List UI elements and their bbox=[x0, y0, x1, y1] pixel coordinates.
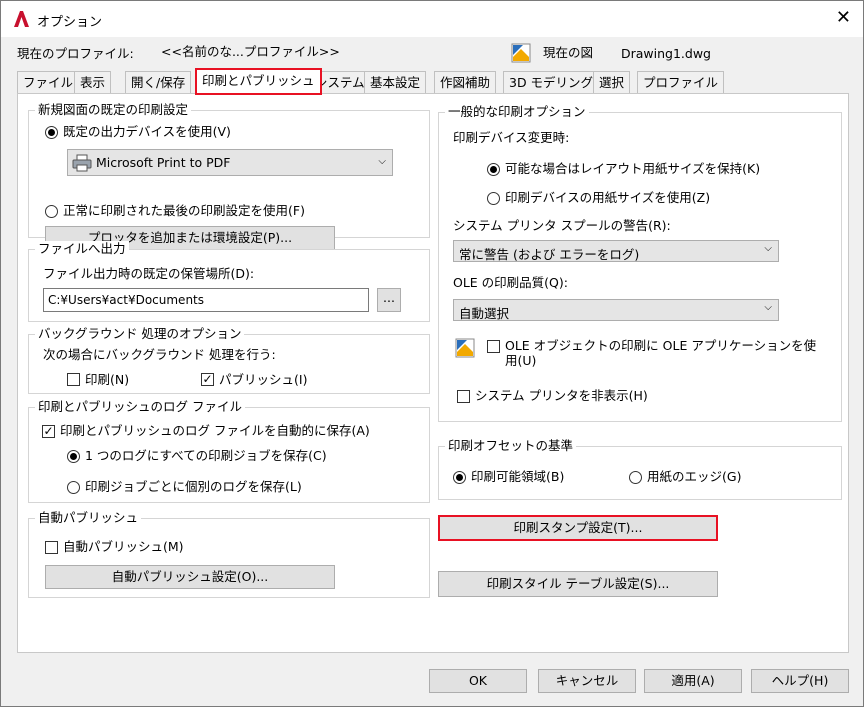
ole-quality-dropdown[interactable]: 自動選択 ⌵ bbox=[453, 299, 779, 321]
plot-publish-panel: 新規図面の既定の印刷設定 既定の出力デバイスを使用(V) Microsoft P… bbox=[17, 93, 849, 653]
autocad-app-icon bbox=[14, 11, 29, 27]
chevron-down-icon: ⌵ bbox=[378, 156, 386, 167]
spool-alert-dropdown[interactable]: 常に警告 (および エラーをログ) ⌵ bbox=[453, 240, 779, 262]
tab-open-save[interactable]: 開く/保存 bbox=[125, 71, 192, 93]
hide-printers-label: システム プリンタを非表示(H) bbox=[475, 388, 648, 403]
ole-app-icon bbox=[455, 338, 475, 358]
group-general-plot: 一般的な印刷オプション 印刷デバイス変更時: 可能な場合はレイアウト用紙サイズを… bbox=[438, 104, 842, 422]
tab-profiles[interactable]: プロファイル bbox=[637, 71, 725, 93]
paper-edge-radio[interactable] bbox=[629, 471, 642, 484]
browse-button[interactable]: ... bbox=[377, 288, 401, 312]
tab-selection[interactable]: 選択 bbox=[593, 71, 631, 93]
help-button[interactable]: ヘルプ(H) bbox=[751, 669, 849, 693]
use-device-paper-label: 印刷デバイスの用紙サイズを使用(Z) bbox=[505, 190, 711, 205]
paper-edge-label: 用紙のエッジ(G) bbox=[647, 469, 742, 484]
printable-area-label: 印刷可能領域(B) bbox=[471, 469, 565, 484]
tab-files[interactable]: ファイル bbox=[17, 71, 80, 93]
device-change-label: 印刷デバイス変更時: bbox=[453, 130, 570, 145]
group-title: 印刷オフセットの基準 bbox=[445, 438, 577, 454]
single-log-label: 1 つのログにすべての印刷ジョブを保存(C) bbox=[85, 448, 327, 463]
current-drawing-value: Drawing1.dwg bbox=[621, 46, 711, 61]
printable-area-radio[interactable] bbox=[453, 471, 466, 484]
auto-publish-checkbox[interactable] bbox=[45, 541, 58, 554]
profile-label: 現在のプロファイル: bbox=[17, 46, 134, 61]
background-publish-checkbox[interactable]: ✓ bbox=[201, 373, 214, 386]
default-device-label: 既定の出力デバイスを使用(V) bbox=[63, 124, 231, 139]
ole-app-label-line2: 用(U) bbox=[505, 353, 537, 368]
last-successful-radio[interactable] bbox=[45, 205, 58, 218]
printer-icon bbox=[72, 154, 92, 172]
auto-publish-settings-button[interactable]: 自動パブリッシュ設定(O)... bbox=[45, 565, 335, 589]
hide-printers-checkbox[interactable] bbox=[457, 390, 470, 403]
background-publish-label: パブリッシュ(I) bbox=[219, 372, 308, 387]
default-device-radio[interactable] bbox=[45, 126, 58, 139]
ole-app-checkbox[interactable] bbox=[487, 340, 500, 353]
plot-stamp-settings-button[interactable]: 印刷スタンプ設定(T)... bbox=[438, 515, 718, 541]
group-title: 一般的な印刷オプション bbox=[445, 104, 589, 120]
last-successful-label: 正常に印刷された最後の印刷設定を使用(F) bbox=[63, 203, 305, 218]
tab-display[interactable]: 表示 bbox=[74, 71, 112, 93]
group-file-output: ファイルへ出力 ファイル出力時の既定の保管場所(D): C:¥Users¥act… bbox=[28, 241, 430, 322]
output-location-label: ファイル出力時の既定の保管場所(D): bbox=[43, 266, 255, 281]
current-drawing-label: 現在の図 bbox=[543, 45, 594, 60]
window-title: オプション bbox=[37, 15, 103, 30]
separate-log-label: 印刷ジョブごとに個別のログを保存(L) bbox=[85, 479, 302, 494]
group-title: 自動パブリッシュ bbox=[35, 510, 142, 526]
ole-quality-label: OLE の印刷品質(Q): bbox=[453, 275, 568, 290]
group-new-drawing: 新規図面の既定の印刷設定 既定の出力デバイスを使用(V) Microsoft P… bbox=[28, 102, 430, 250]
cancel-button[interactable]: キャンセル bbox=[538, 669, 636, 693]
close-icon[interactable]: ✕ bbox=[836, 7, 851, 28]
spool-alert-label: システム プリンタ スプールの警告(R): bbox=[453, 218, 671, 233]
output-location-input[interactable]: C:¥Users¥act¥Documents bbox=[43, 288, 369, 312]
background-plot-checkbox[interactable] bbox=[67, 373, 80, 386]
keep-layout-paper-radio[interactable] bbox=[487, 163, 500, 176]
group-title: バックグラウンド 処理のオプション bbox=[35, 326, 245, 342]
tab-plot-publish[interactable]: 印刷とパブリッシュ bbox=[195, 68, 322, 95]
group-plot-offset: 印刷オフセットの基準 印刷可能領域(B) 用紙のエッジ(G) bbox=[438, 438, 842, 500]
auto-save-log-checkbox[interactable]: ✓ bbox=[42, 425, 55, 438]
ok-button[interactable]: OK bbox=[429, 669, 527, 693]
apply-button[interactable]: 適用(A) bbox=[644, 669, 742, 693]
tab-3d-modeling[interactable]: 3D モデリング bbox=[503, 71, 600, 93]
keep-layout-paper-label: 可能な場合はレイアウト用紙サイズを保持(K) bbox=[505, 161, 761, 176]
auto-publish-label: 自動パブリッシュ(M) bbox=[63, 539, 184, 554]
auto-save-log-label: 印刷とパブリッシュのログ ファイルを自動的に保存(A) bbox=[60, 423, 370, 438]
background-plot-label: 印刷(N) bbox=[85, 372, 130, 387]
single-log-radio[interactable] bbox=[67, 450, 80, 463]
group-log: 印刷とパブリッシュのログ ファイル ✓ 印刷とパブリッシュのログ ファイルを自動… bbox=[28, 399, 430, 503]
options-dialog: オプション ✕ 現在のプロファイル: <<名前のな...プロファイル>> 現在の… bbox=[0, 0, 864, 707]
group-title: 新規図面の既定の印刷設定 bbox=[35, 102, 192, 118]
tab-drafting[interactable]: 作図補助 bbox=[434, 71, 497, 93]
group-title: 印刷とパブリッシュのログ ファイル bbox=[35, 399, 245, 415]
group-background: バックグラウンド 処理のオプション 次の場合にバックグラウンド 処理を行う: 印… bbox=[28, 326, 430, 394]
drawing-icon bbox=[511, 43, 531, 63]
profile-value: <<名前のな...プロファイル>> bbox=[161, 44, 340, 59]
chevron-down-icon: ⌵ bbox=[764, 243, 772, 254]
title-bar: オプション ✕ bbox=[1, 1, 863, 37]
plot-style-table-settings-button[interactable]: 印刷スタイル テーブル設定(S)... bbox=[438, 571, 718, 597]
background-desc: 次の場合にバックグラウンド 処理を行う: bbox=[43, 347, 276, 362]
chevron-down-icon: ⌵ bbox=[764, 302, 772, 313]
group-title: ファイルへ出力 bbox=[35, 241, 129, 257]
use-device-paper-radio[interactable] bbox=[487, 192, 500, 205]
separate-log-radio[interactable] bbox=[67, 481, 80, 494]
tab-user-preferences[interactable]: 基本設定 bbox=[364, 71, 427, 93]
ole-app-label-line1: OLE オブジェクトの印刷に OLE アプリケーションを使 bbox=[505, 338, 817, 353]
plot-device-dropdown[interactable]: Microsoft Print to PDF ⌵ bbox=[67, 149, 393, 176]
group-auto-publish: 自動パブリッシュ 自動パブリッシュ(M) 自動パブリッシュ設定(O)... bbox=[28, 510, 430, 598]
